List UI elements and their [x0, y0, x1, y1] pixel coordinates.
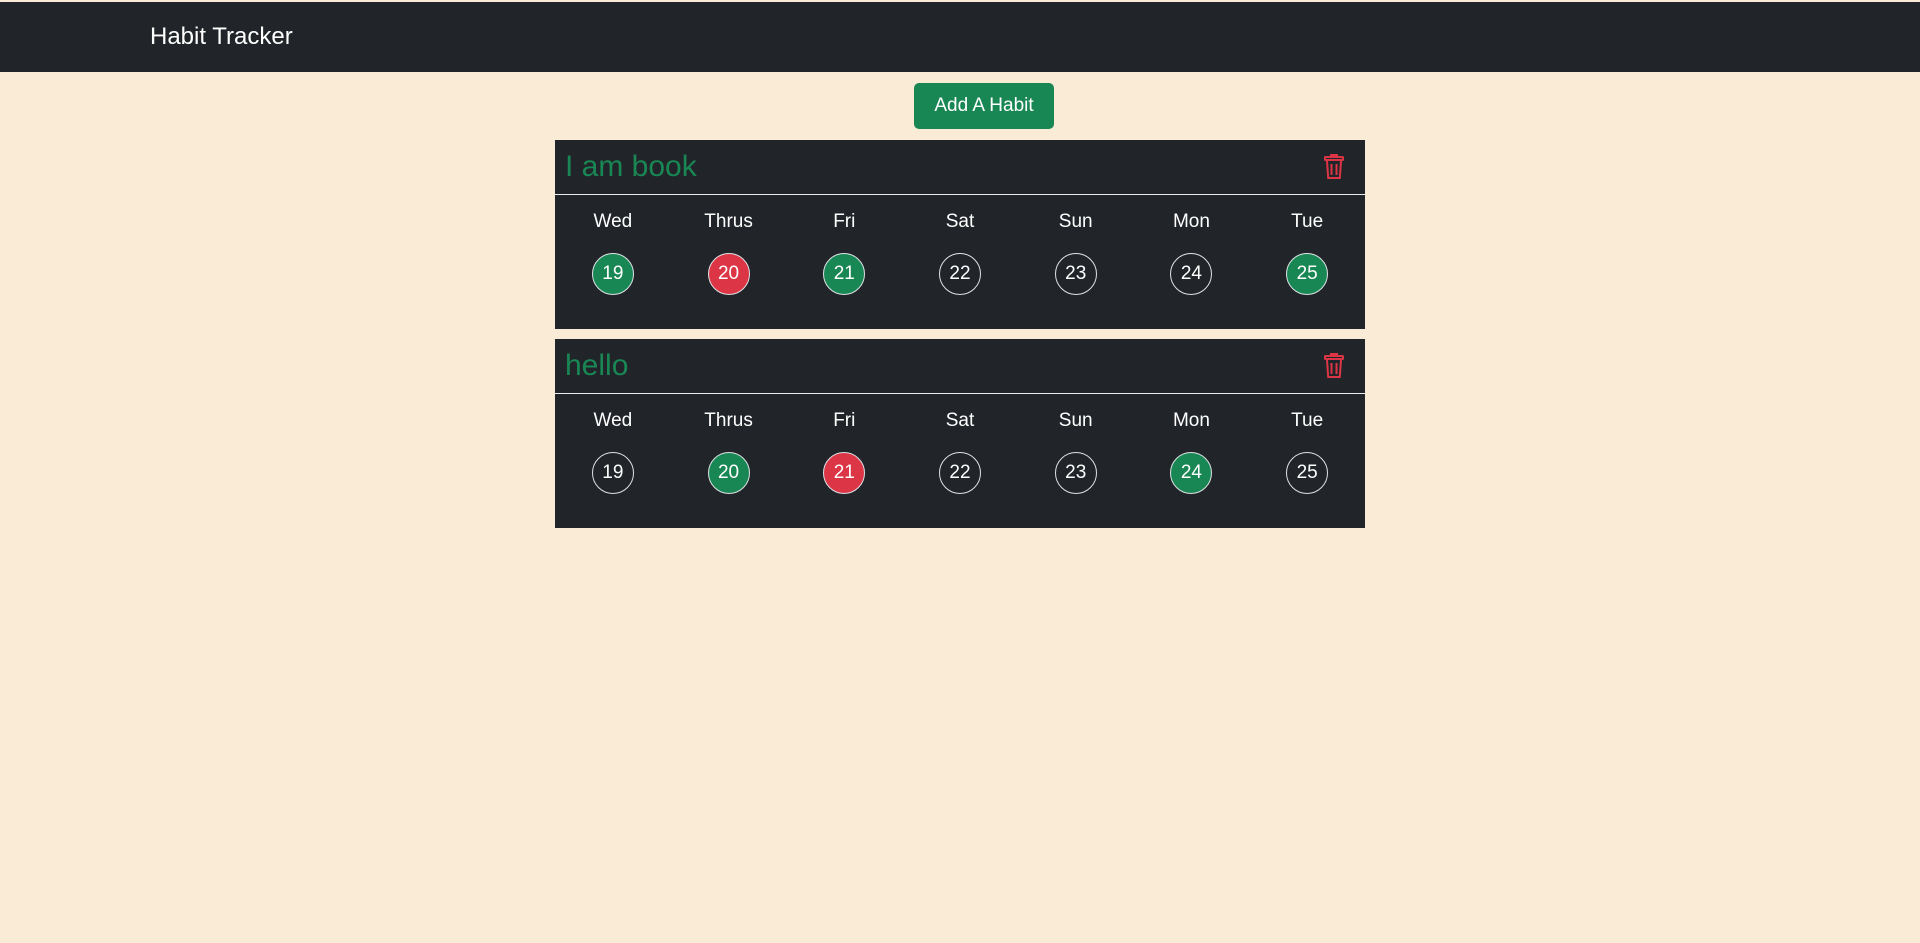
day-status-toggle[interactable]: 25 — [1286, 253, 1329, 295]
day-status-toggle[interactable]: 24 — [1170, 452, 1213, 494]
day-label: Mon — [1172, 211, 1210, 232]
day-column: Wed 19 — [555, 195, 671, 295]
day-status-toggle[interactable]: 21 — [823, 452, 866, 494]
day-column: Mon 24 — [1134, 394, 1250, 494]
day-column: Sat 22 — [902, 394, 1018, 494]
day-column: Sat 22 — [902, 195, 1018, 295]
navbar: Habit Tracker — [0, 2, 1920, 72]
habit-card-header: hello — [555, 339, 1365, 394]
day-label: Sat — [945, 410, 975, 431]
day-label: Tue — [1291, 211, 1324, 232]
day-label: Sat — [945, 211, 975, 232]
day-column: Sun 23 — [1018, 394, 1134, 494]
week-days: Wed 19 Thrus 20 Fri 21 Sat 22 Sun 23 Mon… — [555, 394, 1365, 494]
day-status-toggle[interactable]: 20 — [707, 253, 750, 295]
day-status-toggle[interactable]: 21 — [823, 253, 866, 295]
day-status-toggle[interactable]: 22 — [938, 452, 981, 494]
day-status-toggle[interactable]: 25 — [1286, 452, 1329, 494]
week-days: Wed 19 Thrus 20 Fri 21 Sat 22 Sun 23 Mon… — [555, 195, 1365, 295]
habit-name: hello — [565, 349, 629, 382]
day-column: Tue 25 — [1249, 394, 1365, 494]
trash-icon[interactable] — [1321, 352, 1347, 380]
day-column: Tue 25 — [1249, 195, 1365, 295]
habit-card: I am book Wed 19 Thrus 20 Fri 21 Sat 22 … — [555, 140, 1365, 329]
day-label: Fri — [833, 410, 856, 431]
day-label: Wed — [593, 410, 633, 431]
day-status-toggle[interactable]: 23 — [1054, 253, 1097, 295]
day-label: Tue — [1291, 410, 1324, 431]
day-status-toggle[interactable]: 19 — [591, 253, 634, 295]
day-label: Wed — [593, 211, 633, 232]
day-status-toggle[interactable]: 19 — [591, 452, 634, 494]
habit-card-header: I am book — [555, 140, 1365, 195]
habit-card: hello Wed 19 Thrus 20 Fri 21 Sat 22 Sun … — [555, 339, 1365, 528]
day-column: Sun 23 — [1018, 195, 1134, 295]
day-column: Fri 21 — [786, 394, 902, 494]
day-column: Mon 24 — [1134, 195, 1250, 295]
day-status-toggle[interactable]: 22 — [938, 253, 981, 295]
day-column: Thrus 20 — [671, 195, 787, 295]
trash-icon[interactable] — [1321, 153, 1347, 181]
habit-name: I am book — [565, 150, 697, 183]
add-habit-button[interactable]: Add A Habit — [914, 83, 1054, 129]
day-column: Wed 19 — [555, 394, 671, 494]
day-label: Fri — [833, 211, 856, 232]
habit-list: I am book Wed 19 Thrus 20 Fri 21 Sat 22 … — [555, 140, 1365, 538]
day-label: Thrus — [704, 410, 753, 431]
day-label: Sun — [1058, 410, 1093, 431]
day-column: Fri 21 — [786, 195, 902, 295]
day-label: Mon — [1172, 410, 1210, 431]
day-status-toggle[interactable]: 20 — [707, 452, 750, 494]
day-status-toggle[interactable]: 23 — [1054, 452, 1097, 494]
brand-title[interactable]: Habit Tracker — [150, 23, 293, 51]
day-label: Thrus — [704, 211, 753, 232]
day-label: Sun — [1058, 211, 1093, 232]
day-status-toggle[interactable]: 24 — [1170, 253, 1213, 295]
day-column: Thrus 20 — [671, 394, 787, 494]
